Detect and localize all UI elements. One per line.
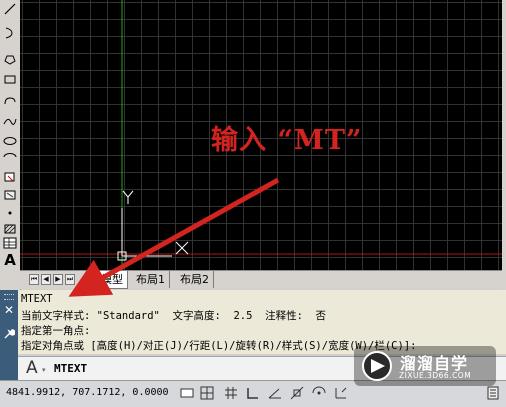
- red-arrow: [68, 177, 280, 297]
- watermark-url: ZIXUE.3D66.COM: [399, 371, 472, 380]
- annotation-label: 输入 “MT”: [211, 125, 363, 156]
